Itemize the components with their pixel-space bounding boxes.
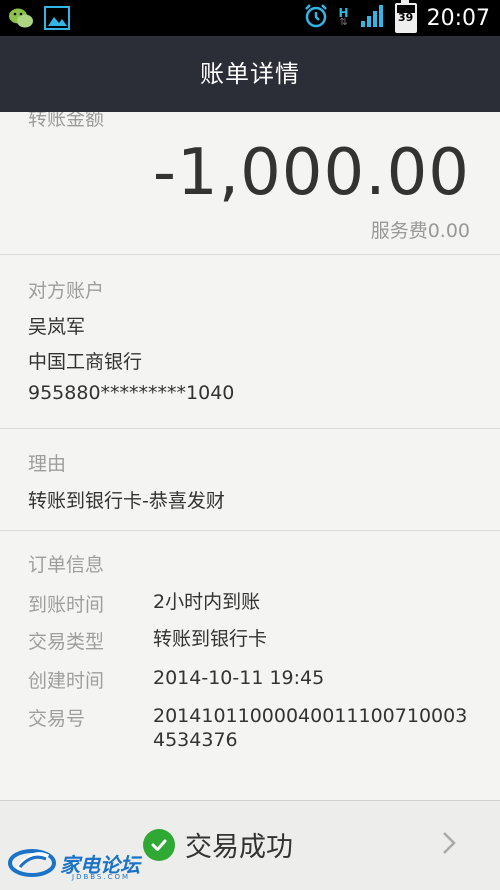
arrival-time-value: 2小时内到账 bbox=[153, 591, 261, 613]
counterparty-title: 对方账户 bbox=[28, 280, 105, 302]
created-time-label: 创建时间 bbox=[28, 670, 105, 692]
bill-detail-content[interactable]: 转账金额 -1,000.00 服务费0.00 对方账户 吴岚军 中国工商银行 9… bbox=[0, 112, 500, 800]
signal-icon bbox=[359, 4, 385, 32]
network-h-icon: H ⇅ bbox=[338, 6, 349, 28]
divider bbox=[0, 530, 500, 531]
amount-label: 转账金额 bbox=[28, 112, 105, 130]
transaction-success: 交易成功 bbox=[143, 825, 293, 864]
transaction-status-bar[interactable]: 交易成功 家电论坛 JDBBS.COM bbox=[0, 800, 500, 890]
forum-logo-icon bbox=[8, 849, 56, 877]
status-bar: H ⇅ 39 20:07 bbox=[0, 0, 500, 36]
transaction-number-label: 交易号 bbox=[28, 708, 86, 730]
transaction-number-line2: 4534376 bbox=[153, 729, 238, 751]
arrival-time-label: 到账时间 bbox=[28, 594, 105, 616]
app-header: 账单详情 bbox=[0, 36, 500, 112]
counterparty-account: 955880*********1040 bbox=[28, 382, 235, 404]
check-circle-icon bbox=[143, 828, 175, 861]
transaction-number-line1: 20141011000040011100710003 bbox=[153, 705, 468, 727]
wechat-icon bbox=[8, 7, 34, 33]
counterparty-name: 吴岚军 bbox=[28, 316, 86, 338]
transaction-type-label: 交易类型 bbox=[28, 631, 105, 653]
page-title: 账单详情 bbox=[200, 60, 300, 88]
transaction-type-value: 转账到银行卡 bbox=[153, 628, 268, 650]
battery-icon: 39 bbox=[394, 0, 417, 33]
order-info-title: 订单信息 bbox=[28, 554, 105, 576]
counterparty-bank: 中国工商银行 bbox=[28, 351, 143, 373]
chevron-right-icon[interactable] bbox=[442, 831, 456, 859]
watermark-subtext: JDBBS.COM bbox=[72, 873, 131, 881]
gallery-icon bbox=[44, 6, 70, 34]
divider bbox=[0, 428, 500, 429]
forum-watermark: 家电论坛 JDBBS.COM bbox=[8, 845, 140, 881]
transaction-number-value: 20141011000040011100710003 4534376 bbox=[153, 704, 467, 752]
created-time-value: 2014-10-11 19:45 bbox=[153, 667, 325, 689]
clock: 20:07 bbox=[426, 5, 490, 31]
amount-value: -1,000.00 bbox=[152, 136, 470, 210]
transaction-status-text: 交易成功 bbox=[185, 832, 293, 863]
divider bbox=[0, 254, 500, 255]
alarm-icon bbox=[303, 3, 329, 33]
reason-text: 转账到银行卡-恭喜发财 bbox=[28, 490, 225, 512]
reason-title: 理由 bbox=[28, 453, 67, 475]
service-fee: 服务费0.00 bbox=[370, 220, 470, 242]
